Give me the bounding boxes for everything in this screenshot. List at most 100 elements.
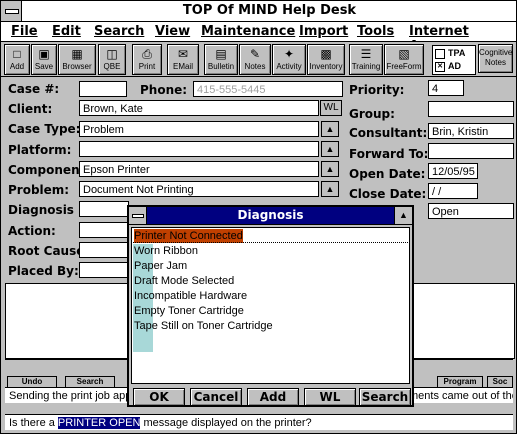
email-button[interactable]: ✉ EMail xyxy=(167,44,199,75)
action-label: Action: xyxy=(8,224,56,238)
diagnosis-dialog: Diagnosis ▲ Printer Not Connected Worn R… xyxy=(127,205,414,407)
main-window: TOP Of MIND Help Desk File Edit Search V… xyxy=(0,0,517,434)
platform-dropdown[interactable]: ▲ xyxy=(321,141,339,157)
dropdown-icon: ▲ xyxy=(325,144,335,154)
consultant-label: Consultant: xyxy=(349,126,428,140)
freeform-button[interactable]: ▧ FreeForm xyxy=(384,44,424,75)
activity-button[interactable]: ✦ Activity xyxy=(272,44,306,75)
component-label: Component: xyxy=(8,163,91,177)
placed-by-label: Placed By: xyxy=(8,264,79,278)
add-icon: □ xyxy=(13,47,21,61)
arrow-up-icon: ▲ xyxy=(399,210,408,220)
tpa-checkbox[interactable]: TPA xyxy=(435,48,465,59)
forward-to-label: Forward To: xyxy=(349,147,429,161)
menu-maintenance[interactable]: Maintenance xyxy=(201,24,295,39)
client-field[interactable]: Brown, Kate xyxy=(79,100,319,116)
add-button[interactable]: □ Add xyxy=(4,44,30,75)
email-icon: ✉ xyxy=(177,47,189,61)
placed-by-field[interactable] xyxy=(79,262,129,278)
list-item[interactable]: Paper Jam xyxy=(134,259,187,273)
activity-icon: ✦ xyxy=(283,47,295,61)
freeform-icon: ▧ xyxy=(398,47,410,61)
platform-label: Platform: xyxy=(8,143,72,157)
menu-import[interactable]: Import xyxy=(299,24,348,39)
menu-file[interactable]: File xyxy=(11,24,38,39)
toolbar: □ Add ▣ Save ▦ Browser ◫ QBE ⎙ Print ✉ EMail ▤… xyxy=(1,42,516,77)
list-item-selected[interactable]: Printer Not Connected xyxy=(134,229,243,243)
books-icon: ☰ xyxy=(360,47,372,61)
inventory-icon: ▩ xyxy=(320,47,332,61)
ad-checkbox[interactable]: ✕ AD xyxy=(435,61,461,72)
close-date-label: Close Date: xyxy=(349,187,427,201)
dropdown-icon: ▲ xyxy=(325,164,335,174)
qbe-button[interactable]: ◫ QBE xyxy=(98,44,126,75)
problem-label: Problem: xyxy=(8,183,70,197)
diagnosis-label: Diagnosis xyxy=(8,203,74,217)
window-title: TOP Of MIND Help Desk xyxy=(182,3,357,18)
client-label: Client: xyxy=(8,102,53,116)
priority-field[interactable]: 4 xyxy=(428,80,464,96)
group-field[interactable] xyxy=(428,101,514,117)
browser-icon: ▦ xyxy=(71,47,83,61)
bulletin-button[interactable]: ▤ Bulletin xyxy=(204,44,238,75)
close-date-field[interactable]: / / xyxy=(428,183,478,199)
system-menu-icon xyxy=(132,214,144,218)
list-item[interactable]: Incompatible Hardware xyxy=(134,289,247,303)
ok-button[interactable]: OK xyxy=(133,388,185,406)
list-item[interactable]: Empty Toner Cartridge xyxy=(134,304,244,318)
dialog-system-menu[interactable] xyxy=(129,207,147,224)
cancel-button[interactable]: Cancel xyxy=(190,388,242,406)
menu-view[interactable]: View xyxy=(155,24,190,39)
action-field[interactable] xyxy=(79,222,129,238)
status-field[interactable]: Open xyxy=(428,203,514,219)
dialog-search-button[interactable]: Search xyxy=(359,388,411,406)
diagnosis-list[interactable]: Printer Not Connected Worn Ribbon Paper … xyxy=(131,227,410,384)
menu-search[interactable]: Search xyxy=(94,24,144,39)
problem-dropdown[interactable]: ▲ xyxy=(321,181,339,197)
open-date-label: Open Date: xyxy=(349,167,426,181)
menu-edit[interactable]: Edit xyxy=(52,24,81,39)
add-diagnosis-button[interactable]: Add xyxy=(247,388,299,406)
menu-tools[interactable]: Tools xyxy=(357,24,394,39)
diagnosis-field[interactable] xyxy=(79,201,129,217)
printer-icon: ⎙ xyxy=(142,47,152,61)
forward-to-field[interactable] xyxy=(428,143,514,159)
platform-field[interactable] xyxy=(79,141,319,157)
client-wl-button[interactable]: WL xyxy=(320,100,342,116)
list-item[interactable]: Worn Ribbon xyxy=(134,244,198,258)
system-menu-button[interactable] xyxy=(1,1,22,21)
component-field[interactable]: Epson Printer xyxy=(79,161,319,177)
dropdown-icon: ▲ xyxy=(325,124,335,134)
root-cause-field[interactable] xyxy=(79,242,129,258)
qbe-icon: ◫ xyxy=(106,47,118,61)
dialog-maximize-button[interactable]: ▲ xyxy=(394,207,412,224)
case-no-label: Case #: xyxy=(8,82,60,96)
consultant-field[interactable]: Brin, Kristin xyxy=(428,123,514,139)
problem-field[interactable]: Document Not Printing xyxy=(79,181,319,197)
save-icon: ▣ xyxy=(38,47,50,61)
case-type-dropdown[interactable]: ▲ xyxy=(321,121,339,137)
list-item[interactable]: Tape Still on Toner Cartridge xyxy=(134,319,273,333)
case-type-field[interactable]: Problem xyxy=(79,121,319,137)
message-line-2: Is there a PRINTER OPEN message displaye… xyxy=(5,414,513,430)
system-menu-icon xyxy=(5,9,19,14)
title-bar: TOP Of MIND Help Desk xyxy=(1,1,516,22)
priority-label: Priority: xyxy=(349,83,405,97)
notes-icon: ✎ xyxy=(249,47,261,61)
inventory-button[interactable]: ▩ Inventory xyxy=(307,44,345,75)
phone-label: Phone: xyxy=(140,83,188,97)
training-button[interactable]: ☰ Training xyxy=(349,44,383,75)
print-button[interactable]: ⎙ Print xyxy=(132,44,162,75)
browser-button[interactable]: ▦ Browser xyxy=(58,44,96,75)
case-no-field[interactable] xyxy=(79,81,127,97)
wl-button[interactable]: WL xyxy=(304,388,356,406)
component-dropdown[interactable]: ▲ xyxy=(321,161,339,177)
list-item[interactable]: Draft Mode Selected xyxy=(134,274,234,288)
cognitive-notes-button[interactable]: Cognitive Notes xyxy=(478,44,513,73)
open-date-field[interactable]: 12/05/95 xyxy=(428,163,478,179)
save-button[interactable]: ▣ Save xyxy=(31,44,57,75)
dialog-title-bar: Diagnosis ▲ xyxy=(129,207,412,225)
checkbox-empty-icon xyxy=(435,48,445,59)
phone-field[interactable]: 415-555-5445 xyxy=(193,81,343,97)
notes-button[interactable]: ✎ Notes xyxy=(239,44,271,75)
